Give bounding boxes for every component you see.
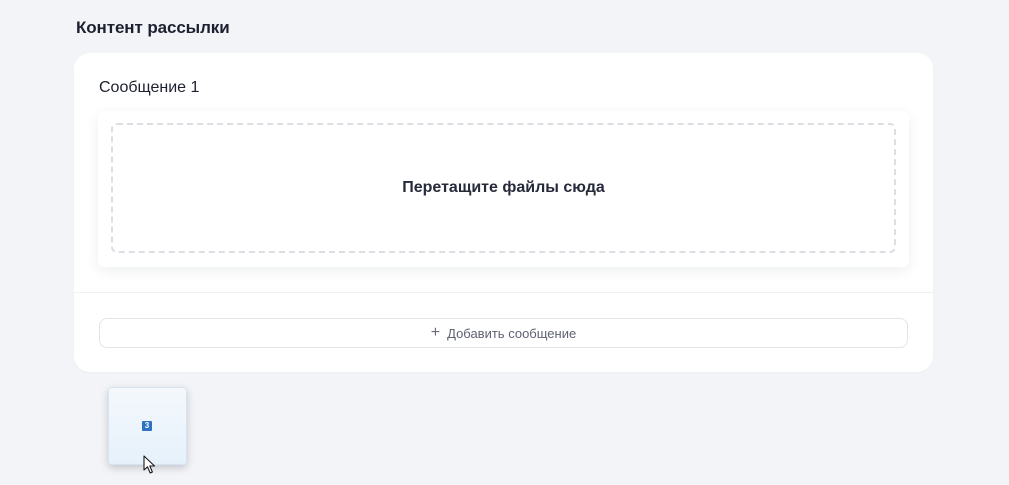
add-message-label: Добавить сообщение: [447, 325, 577, 341]
divider: [74, 292, 933, 293]
section-title: Контент рассылки: [76, 18, 230, 37]
add-message-button[interactable]: + Добавить сообщение: [99, 318, 908, 348]
message-label: Сообщение 1: [99, 79, 200, 96]
content-card: Сообщение 1 Перетащите файлы сюда + Доба…: [74, 53, 933, 372]
mouse-cursor-icon: [143, 455, 156, 474]
dropzone-text: Перетащите файлы сюда: [402, 179, 605, 196]
file-dropzone[interactable]: Перетащите файлы сюда: [111, 123, 896, 253]
dropzone-container: Перетащите файлы сюда: [98, 111, 909, 267]
file-icon: 3: [142, 421, 152, 431]
dragged-file-preview[interactable]: 3: [108, 387, 187, 465]
plus-icon: +: [430, 324, 441, 341]
